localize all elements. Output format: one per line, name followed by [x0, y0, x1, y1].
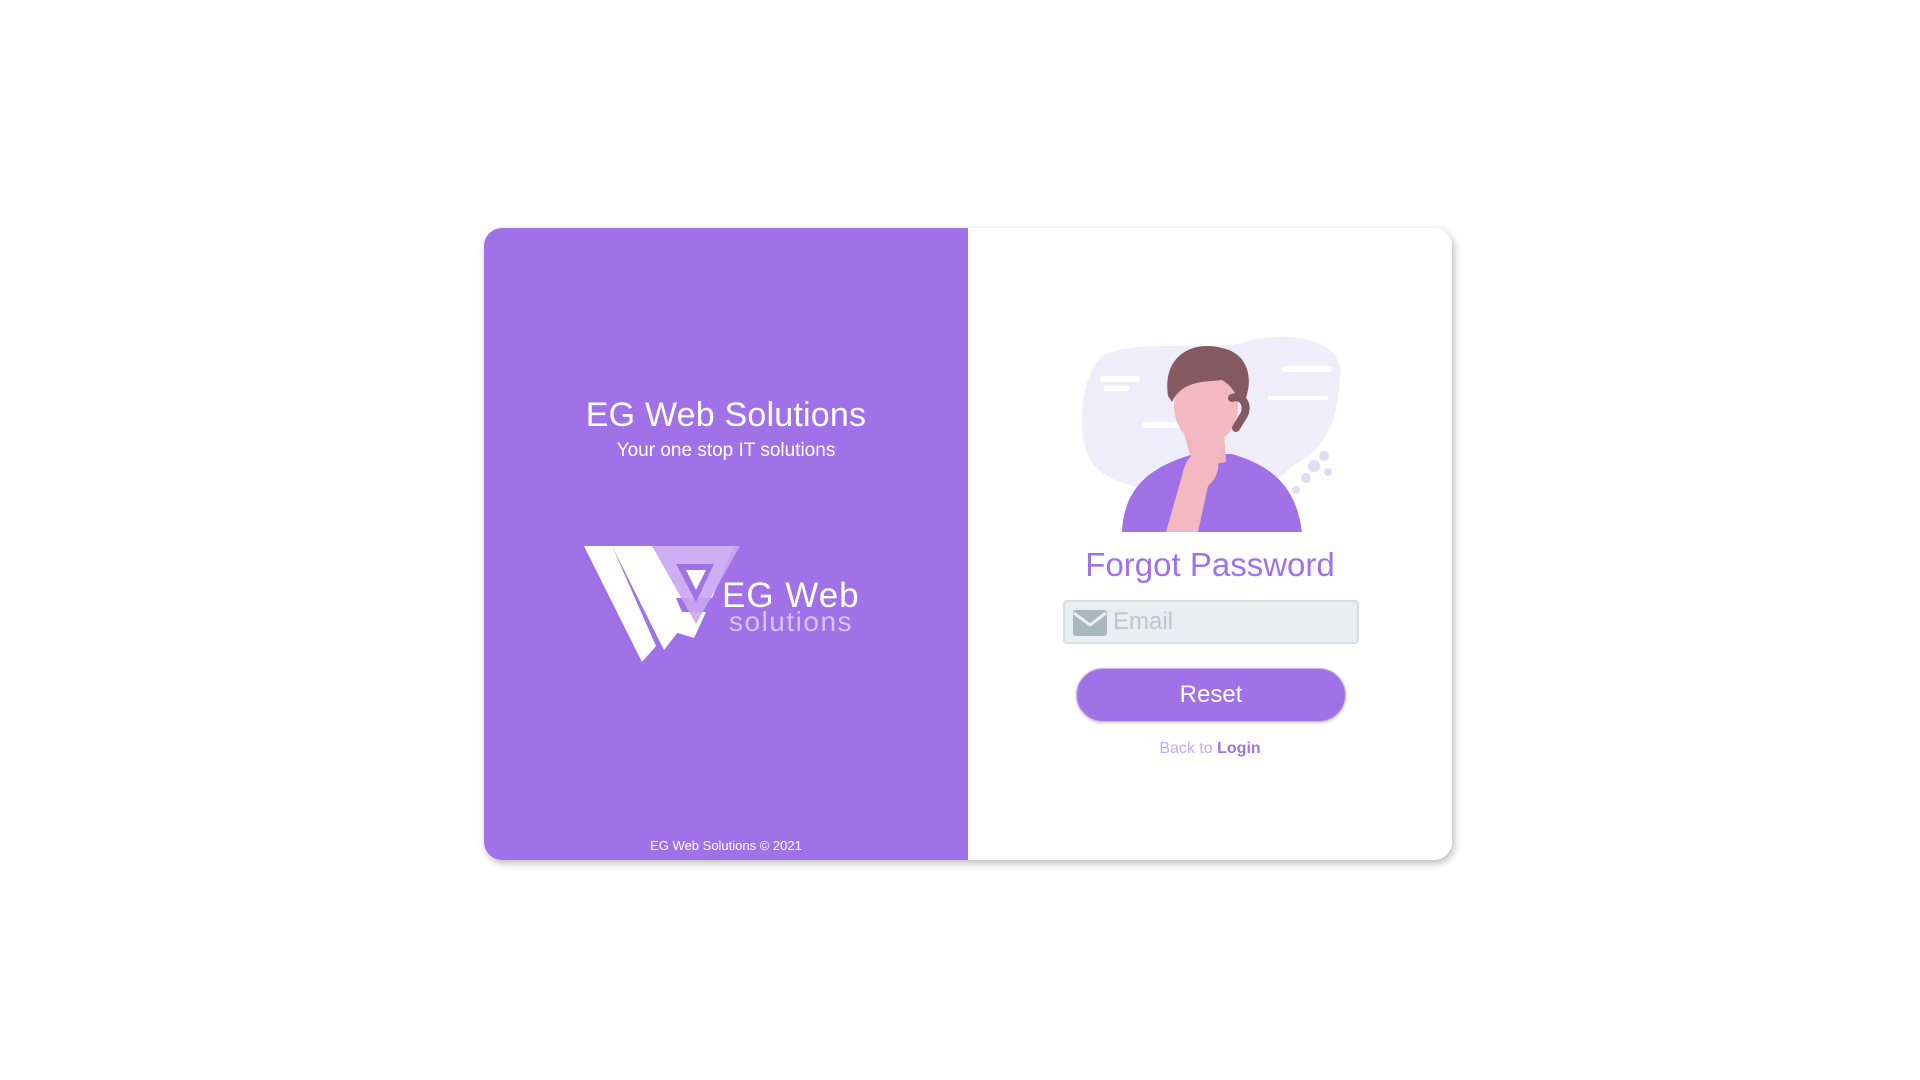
- page-title: Forgot Password: [1085, 546, 1335, 583]
- brand-tagline: Your one stop IT solutions: [616, 440, 836, 461]
- login-link[interactable]: Login: [1217, 740, 1261, 757]
- forgot-password-card: EG Web Solutions Your one stop IT soluti…: [484, 228, 1452, 860]
- email-input[interactable]: [1113, 602, 1353, 642]
- back-to-login: Back to Login: [968, 740, 1452, 758]
- back-to-label: Back to: [1159, 740, 1218, 757]
- email-field[interactable]: [1063, 600, 1359, 644]
- brand-panel: EG Web Solutions Your one stop IT soluti…: [484, 228, 968, 860]
- brand-title: EG Web Solutions: [585, 396, 867, 434]
- copyright-text: EG Web Solutions © 2021: [650, 838, 802, 853]
- reset-button[interactable]: Reset: [1076, 668, 1346, 722]
- envelope-icon: [1073, 610, 1107, 636]
- thinking-person-illustration: [1082, 336, 1341, 532]
- logo-subtext: solutions: [729, 606, 854, 637]
- form-panel: Forgot Password Reset Back to Login: [968, 228, 1452, 860]
